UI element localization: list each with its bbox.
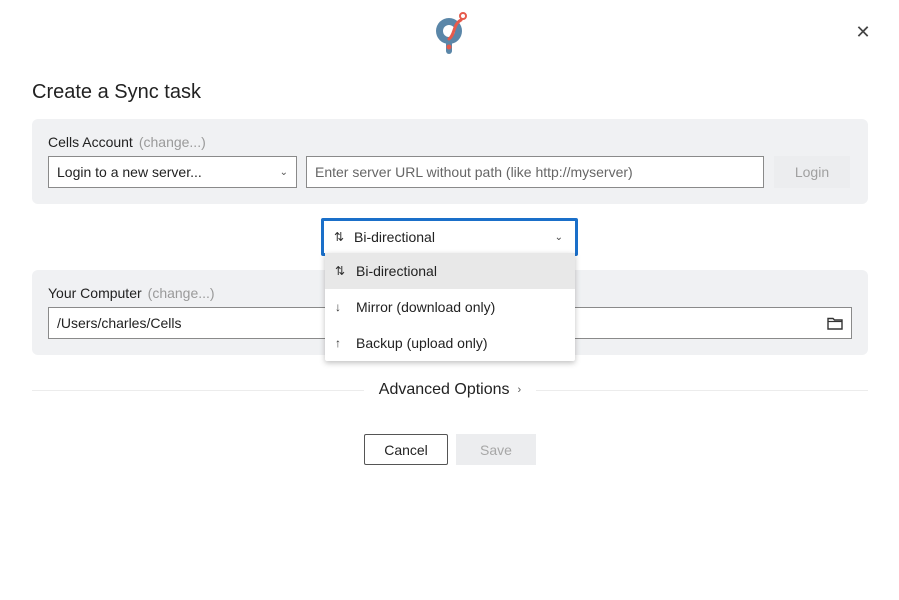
menu-item-label: Backup (upload only) <box>356 335 488 351</box>
chevron-right-icon: › <box>517 384 522 396</box>
server-select-value: Login to a new server... <box>57 164 202 180</box>
cells-account-label: Cells Account (change...) <box>48 134 206 150</box>
local-path-value: /Users/charles/Cells <box>57 315 182 331</box>
menu-item-backup[interactable]: ↑ Backup (upload only) <box>325 325 575 361</box>
change-account-link[interactable]: (change...) <box>139 134 206 150</box>
your-computer-label: Your Computer (change...) <box>48 285 215 301</box>
cancel-button[interactable]: Cancel <box>364 434 448 465</box>
menu-item-label: Bi-directional <box>356 263 437 279</box>
sync-direction-menu: ⇅ Bi-directional ↓ Mirror (download only… <box>325 253 575 361</box>
menu-item-mirror[interactable]: ↓ Mirror (download only) <box>325 289 575 325</box>
menu-item-bidirectional[interactable]: ⇅ Bi-directional <box>325 253 575 289</box>
sync-direction-select[interactable]: ⇅ Bi-directional ⌄ <box>321 218 578 256</box>
arrow-down-icon: ↓ <box>335 300 341 314</box>
change-computer-link[interactable]: (change...) <box>148 285 215 301</box>
cells-account-panel: Cells Account (change...) Login to a new … <box>32 119 868 204</box>
chevron-down-icon: ⌄ <box>279 166 288 178</box>
menu-item-label: Mirror (download only) <box>356 299 496 315</box>
server-select[interactable]: Login to a new server... ⌄ <box>48 156 297 188</box>
server-url-input[interactable]: Enter server URL without path (like http… <box>306 156 764 188</box>
close-icon[interactable]: ✕ <box>852 21 874 43</box>
your-computer-title: Your Computer <box>48 285 142 301</box>
save-button[interactable]: Save <box>456 434 536 465</box>
bidirectional-arrows-icon: ⇅ <box>335 264 346 278</box>
app-logo <box>436 12 467 54</box>
login-button[interactable]: Login <box>774 156 850 188</box>
cells-account-title: Cells Account <box>48 134 133 150</box>
advanced-options-toggle[interactable]: Advanced Options › <box>364 378 536 402</box>
chevron-down-icon: ⌄ <box>554 231 563 243</box>
bidirectional-arrows-icon: ⇅ <box>334 230 345 244</box>
arrow-up-icon: ↑ <box>335 336 341 350</box>
advanced-options-label: Advanced Options <box>378 381 510 398</box>
page-title: Create a Sync task <box>32 81 201 103</box>
sync-direction-value: Bi-directional <box>354 229 435 245</box>
folder-icon[interactable] <box>827 316 843 330</box>
